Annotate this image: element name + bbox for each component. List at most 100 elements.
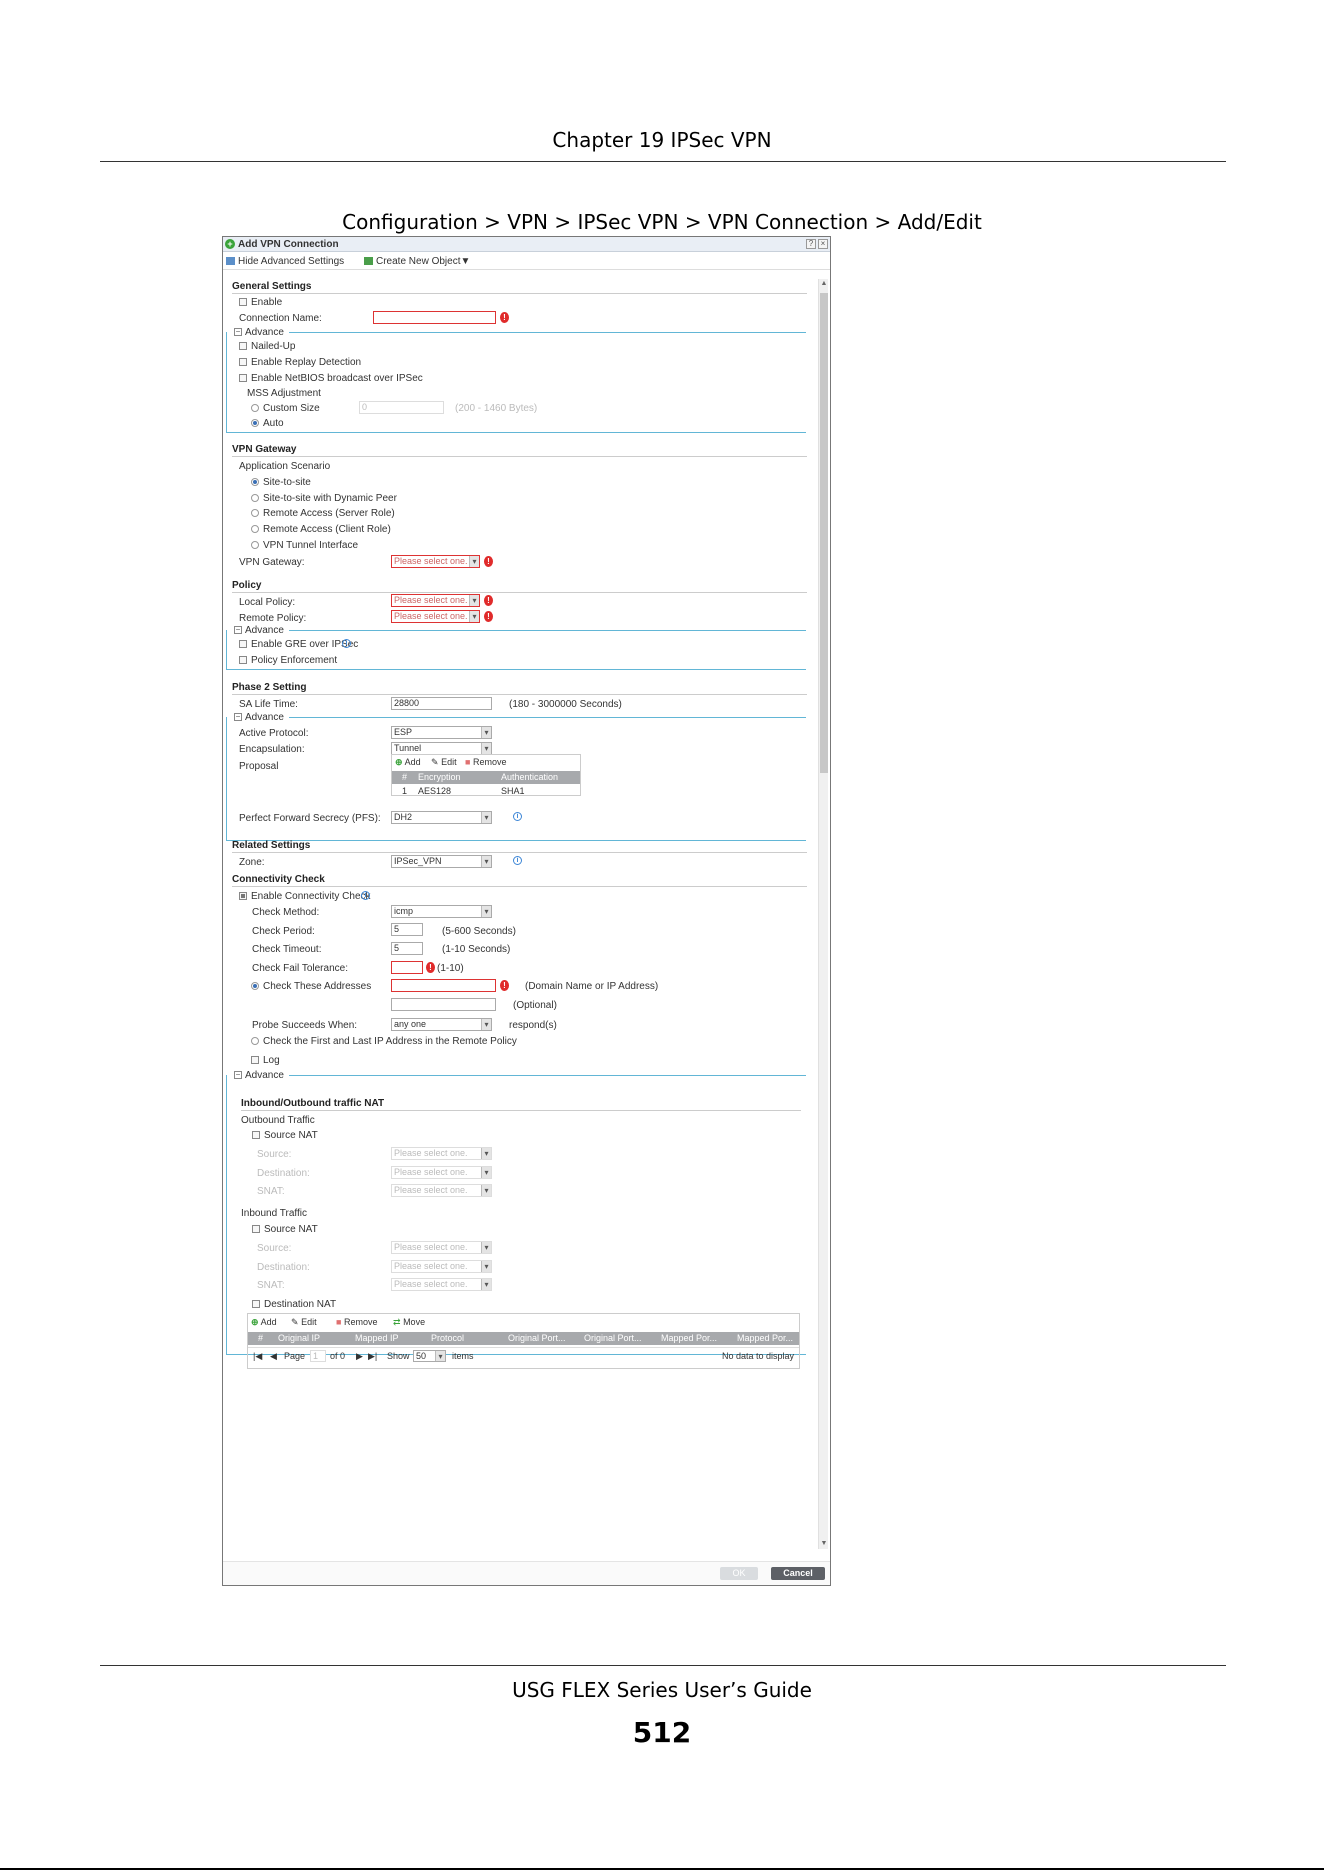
info-icon[interactable]: i: [513, 856, 522, 865]
proposal-add-button[interactable]: ⊕ Add: [395, 757, 421, 768]
last-page-icon[interactable]: ▶|: [368, 1351, 377, 1362]
fail-tolerance-hint: (1-10): [437, 963, 464, 974]
remote-policy-label: Remote Policy:: [239, 613, 307, 624]
custom-size-radio[interactable]: [251, 404, 259, 412]
nailed-up-checkbox[interactable]: [239, 342, 247, 350]
fail-tolerance-input[interactable]: [391, 961, 423, 974]
policy-enforcement-checkbox[interactable]: [239, 656, 247, 664]
netbios-checkbox[interactable]: [239, 374, 247, 382]
collapse-advance-icon[interactable]: −: [234, 1071, 242, 1079]
scenario-tunnel-interface-radio[interactable]: [251, 541, 259, 549]
inbound-source-nat-checkbox[interactable]: [252, 1225, 260, 1233]
page-number: 512: [632, 1716, 692, 1749]
remote-policy-select[interactable]: Please select one.: [391, 610, 480, 623]
hide-advanced-button[interactable]: Hide Advanced Settings: [226, 256, 344, 267]
info-icon[interactable]: i: [513, 812, 522, 821]
page-size-select[interactable]: 50: [413, 1350, 446, 1362]
add-label: Add: [260, 1317, 277, 1327]
proposal-edit-button[interactable]: ✎ Edit: [431, 757, 457, 768]
connection-name-label: Connection Name:: [239, 313, 322, 324]
scenario-server-role-radio[interactable]: [251, 509, 259, 517]
collapse-advance-icon[interactable]: −: [234, 626, 242, 634]
scenario-site-to-site-radio[interactable]: [251, 478, 259, 486]
vpn-gateway-select[interactable]: Please select one.: [391, 555, 480, 568]
help-icon[interactable]: ?: [806, 239, 816, 249]
check-address-input[interactable]: [391, 979, 496, 992]
auto-radio[interactable]: [251, 419, 259, 427]
prev-page-icon[interactable]: ◀: [270, 1351, 277, 1362]
custom-size-input[interactable]: 0: [359, 401, 444, 414]
dialog-scrollbar[interactable]: ▲ ▼: [818, 279, 828, 1549]
local-policy-select[interactable]: Please select one.: [391, 594, 480, 607]
scenario-dynamic-peer-radio[interactable]: [251, 494, 259, 502]
scroll-thumb[interactable]: [820, 293, 828, 773]
column-header: #: [258, 1333, 264, 1343]
first-last-radio[interactable]: [251, 1037, 259, 1045]
general-settings-heading: General Settings: [232, 281, 312, 292]
collapse-advance-icon[interactable]: −: [234, 713, 242, 721]
nat-remove-button[interactable]: ■ Remove: [336, 1317, 377, 1327]
proposal-remove-button[interactable]: ■ Remove: [465, 757, 506, 767]
connectivity-advance-label: Advance: [245, 1070, 284, 1081]
scenario-label: VPN Tunnel Interface: [263, 540, 359, 551]
nat-add-button[interactable]: ⊕ Add: [251, 1317, 277, 1328]
outbound-snat-select[interactable]: Please select one.: [391, 1184, 492, 1197]
netbios-label: Enable NetBIOS broadcast over IPSec: [251, 373, 423, 384]
pfs-label: Perfect Forward Secrecy (PFS):: [239, 813, 381, 824]
probe-succeeds-select[interactable]: any one: [391, 1018, 492, 1031]
outbound-source-nat-checkbox[interactable]: [252, 1131, 260, 1139]
next-page-icon[interactable]: ▶: [356, 1351, 363, 1362]
nat-table: ⊕ Add ✎ Edit ■ Remove ⇄ Move # Original …: [247, 1313, 800, 1369]
check-period-input[interactable]: 5: [391, 923, 423, 936]
enable-connectivity-checkbox[interactable]: [239, 892, 247, 900]
inbound-destination-select[interactable]: Please select one.: [391, 1260, 492, 1273]
column-header: Encryption: [418, 772, 461, 782]
nat-move-button[interactable]: ⇄ Move: [393, 1317, 425, 1328]
remove-label: Remove: [343, 1317, 378, 1327]
check-addresses-radio[interactable]: [251, 982, 259, 990]
enable-checkbox[interactable]: [239, 298, 247, 306]
close-icon[interactable]: ×: [818, 239, 828, 249]
info-icon[interactable]: i: [342, 639, 351, 648]
cancel-button[interactable]: Cancel: [771, 1567, 825, 1580]
destination-nat-checkbox[interactable]: [252, 1300, 260, 1308]
table-row[interactable]: 1 AES128 SHA1: [392, 785, 580, 797]
nat-heading: Inbound/Outbound traffic NAT: [241, 1098, 385, 1109]
inbound-source-select[interactable]: Please select one.: [391, 1241, 492, 1254]
scroll-up-icon[interactable]: ▲: [820, 280, 828, 288]
scroll-down-icon[interactable]: ▼: [820, 1540, 828, 1548]
dialog-toolbar: Hide Advanced Settings Create New Object…: [223, 253, 830, 270]
outbound-destination-select[interactable]: Please select one.: [391, 1166, 492, 1179]
gre-checkbox[interactable]: [239, 640, 247, 648]
inbound-snat-select[interactable]: Please select one.: [391, 1278, 492, 1291]
connection-name-input[interactable]: [373, 311, 496, 324]
pfs-select[interactable]: DH2: [391, 811, 492, 824]
create-object-button[interactable]: Create New Object▼: [364, 256, 470, 267]
check-address-optional-input[interactable]: [391, 998, 496, 1011]
divider: [232, 293, 807, 294]
active-protocol-select[interactable]: ESP: [391, 726, 492, 739]
zone-label: Zone:: [239, 857, 265, 868]
first-page-icon[interactable]: |◀: [253, 1351, 262, 1362]
check-timeout-input[interactable]: 5: [391, 942, 423, 955]
zone-select[interactable]: IPSec_VPN: [391, 855, 492, 868]
inbound-snat-label: SNAT:: [257, 1280, 285, 1291]
nat-edit-button[interactable]: ✎ Edit: [291, 1317, 317, 1328]
column-header: Original Port...: [508, 1333, 566, 1343]
divider: [232, 694, 807, 695]
page-input[interactable]: 1: [310, 1350, 326, 1362]
replay-detection-checkbox[interactable]: [239, 358, 247, 366]
probe-succeeds-label: Probe Succeeds When:: [252, 1020, 358, 1031]
collapse-advance-icon[interactable]: −: [234, 328, 242, 336]
check-period-label: Check Period:: [252, 926, 315, 937]
sa-life-time-input[interactable]: 28800: [391, 697, 492, 710]
ok-button[interactable]: OK: [720, 1567, 758, 1580]
divider: [232, 456, 807, 457]
empty-message: No data to display: [721, 1351, 794, 1361]
check-method-select[interactable]: icmp: [391, 905, 492, 918]
check-timeout-hint: (1-10 Seconds): [442, 944, 511, 955]
scenario-client-role-radio[interactable]: [251, 525, 259, 533]
outbound-source-select[interactable]: Please select one.: [391, 1147, 492, 1160]
log-checkbox[interactable]: [251, 1056, 259, 1064]
info-icon[interactable]: i: [361, 891, 370, 900]
